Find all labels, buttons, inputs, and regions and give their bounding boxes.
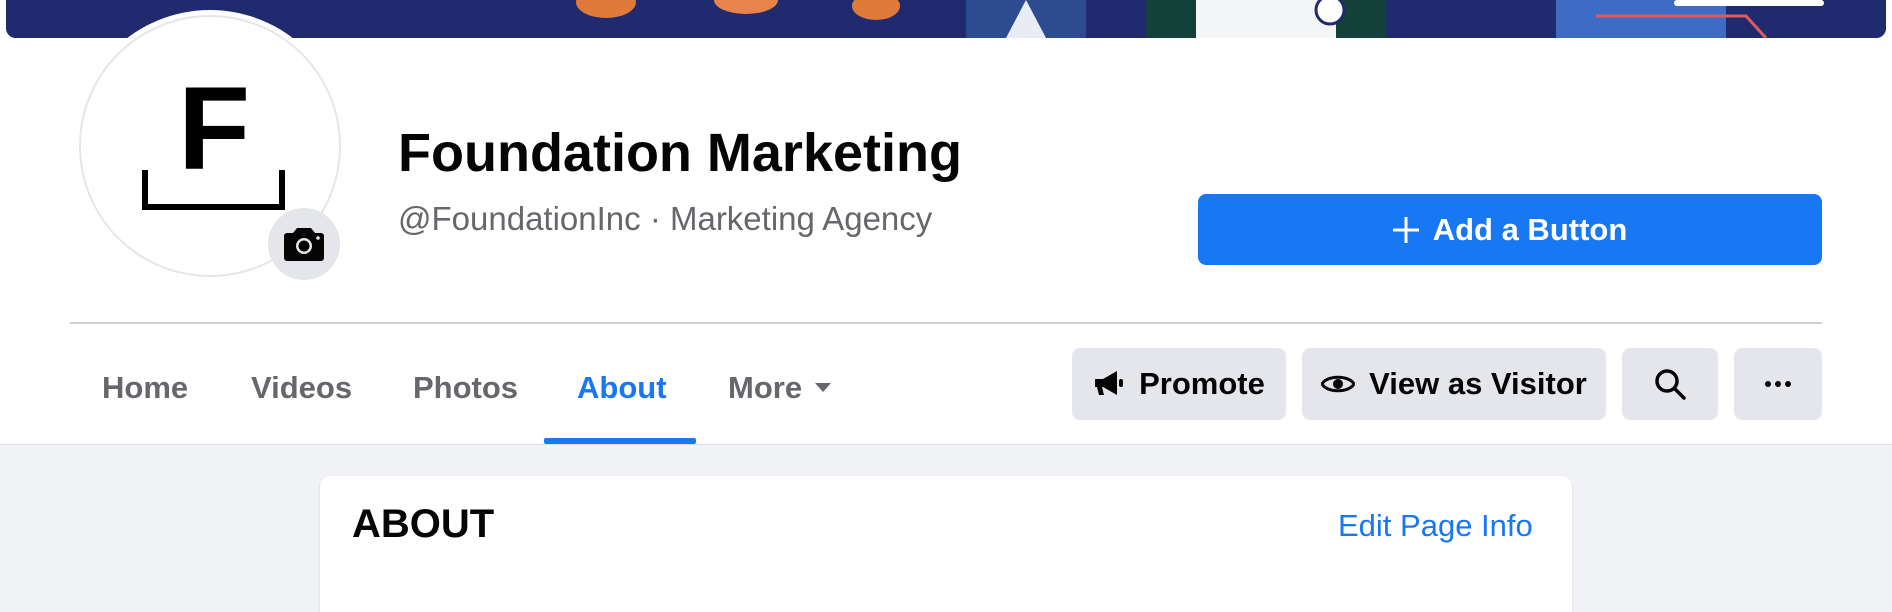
search-button[interactable] xyxy=(1622,348,1718,420)
tab-photos-label: Photos xyxy=(413,370,519,405)
tab-about-label: About xyxy=(577,370,667,405)
promote-button[interactable]: Promote xyxy=(1072,348,1286,420)
plus-icon xyxy=(1392,216,1419,243)
view-as-visitor-button[interactable]: View as Visitor xyxy=(1302,348,1606,420)
search-icon xyxy=(1655,369,1686,400)
camera-icon xyxy=(284,228,324,261)
tab-videos-label: Videos xyxy=(251,370,353,405)
ellipsis-icon xyxy=(1765,381,1791,387)
tab-photos[interactable]: Photos xyxy=(413,366,518,410)
edit-page-info-link[interactable]: Edit Page Info xyxy=(1338,508,1533,544)
view-as-visitor-label: View as Visitor xyxy=(1369,366,1587,401)
add-a-button-button[interactable]: Add a Button xyxy=(1198,194,1822,265)
caret-down-icon xyxy=(815,383,832,392)
tab-videos[interactable]: Videos xyxy=(251,366,352,410)
megaphone-icon xyxy=(1095,371,1124,395)
more-options-button[interactable] xyxy=(1734,348,1822,420)
page-username-category: @FoundationInc · Marketing Agency xyxy=(398,200,933,237)
promote-label: Promote xyxy=(1139,366,1265,401)
page-title: Foundation Marketing xyxy=(398,123,962,183)
tab-home[interactable]: Home xyxy=(102,366,188,410)
tab-more[interactable]: More xyxy=(728,366,832,410)
tab-home-label: Home xyxy=(102,370,189,405)
tab-about[interactable]: About xyxy=(577,366,667,410)
update-profile-picture-button[interactable] xyxy=(268,208,340,280)
eye-icon xyxy=(1321,375,1356,393)
about-card xyxy=(320,476,1572,612)
tab-more-label: More xyxy=(728,370,803,405)
brand-logo-bracket xyxy=(142,170,285,210)
header-divider xyxy=(70,322,1822,324)
cover-photo xyxy=(6,0,1886,38)
add-a-button-label: Add a Button xyxy=(1432,211,1628,247)
about-section-title: ABOUT xyxy=(352,502,495,546)
